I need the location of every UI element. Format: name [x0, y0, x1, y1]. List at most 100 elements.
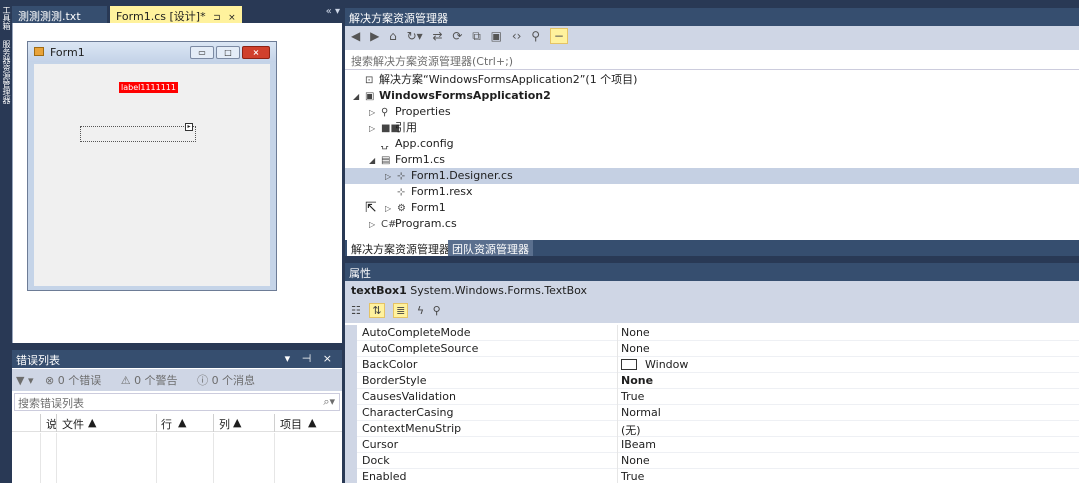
property-name: Dock — [362, 454, 390, 467]
refresh-icon[interactable]: ⟳ — [452, 29, 462, 43]
expand-arrow-icon[interactable]: ▷ — [369, 105, 381, 121]
tree-node[interactable]: ▷ ⊹ Form1.Designer.cs — [345, 168, 1079, 184]
events-icon[interactable]: ϟ — [417, 304, 424, 317]
search-icon[interactable]: ⌕▾ — [323, 395, 335, 409]
expand-arrow-icon[interactable]: ▷ — [369, 217, 381, 233]
show-all-files-icon[interactable]: ▣ — [491, 29, 502, 43]
smart-tag-icon[interactable]: ▸ — [185, 123, 193, 131]
tab-team-explorer[interactable]: 团队资源管理器 — [448, 240, 533, 256]
column-header-project[interactable]: 项目 — [280, 416, 302, 432]
error-search-input[interactable]: 搜索错误列表 ⌕▾ — [14, 393, 340, 411]
errors-toggle[interactable]: ⊗ 0 个错误 — [45, 374, 109, 387]
sync-icon[interactable]: ↻▾ — [407, 29, 423, 43]
file-icon: ⍽ — [381, 139, 389, 150]
server-explorer-tab[interactable]: 服务器资源管理器 — [1, 40, 11, 104]
close-icon[interactable]: × — [242, 46, 270, 59]
error-list-header: 错误列表 ▾ ⊣ × — [12, 350, 342, 368]
forward-icon[interactable]: ▶ — [370, 29, 379, 43]
properties-toolbar: ☷ ⇅ ≣ ϟ ⚲ — [345, 301, 1079, 323]
column-header-column[interactable]: 列 — [219, 416, 230, 432]
property-row[interactable]: BorderStyle None — [345, 373, 1079, 389]
expand-arrow-icon[interactable]: ▷ — [385, 201, 397, 217]
tab-form-designer[interactable]: Form1.cs [设计]* ⊐ × — [110, 6, 242, 23]
file-icon: ▣ — [365, 91, 375, 102]
tree-node-label: 引用 — [395, 121, 417, 134]
tree-node[interactable]: ▷ ⚙ Form1 — [385, 200, 446, 216]
property-value[interactable]: None — [621, 326, 650, 339]
pending-changes-icon[interactable]: ⇄ — [432, 29, 442, 43]
tab-solution-explorer[interactable]: 解决方案资源管理器 — [347, 240, 454, 256]
solution-explorer-header: 解决方案资源管理器 — [345, 8, 1079, 26]
tree-node-label: App.config — [395, 137, 454, 150]
tree-node[interactable]: ▷ C#Program.cs — [369, 216, 457, 232]
property-row[interactable]: Dock None — [345, 453, 1079, 469]
property-value[interactable]: None — [621, 342, 650, 355]
property-row[interactable]: BackColor Window — [345, 357, 1079, 373]
toolbox-tab[interactable]: 工具箱 — [1, 6, 11, 30]
property-row[interactable]: Enabled True — [345, 469, 1079, 483]
expand-arrow-icon[interactable]: ◢ — [369, 153, 381, 169]
messages-toggle[interactable]: ⓘ 0 个消息 — [197, 374, 263, 387]
label1-control[interactable]: label1111111 — [119, 82, 178, 93]
property-row[interactable]: CausesValidation True — [345, 389, 1079, 405]
property-value[interactable]: Window — [621, 358, 688, 371]
tree-node[interactable]: ⍽ App.config — [369, 136, 454, 152]
expand-arrow-icon[interactable]: ◢ — [353, 89, 365, 105]
form-window[interactable]: Form1 ▭ □ × label1111111 ▸ — [27, 41, 277, 291]
textbox1-control[interactable]: ▸ — [80, 123, 196, 142]
property-row[interactable]: AutoCompleteMode None — [345, 325, 1079, 341]
property-pages-icon[interactable]: ⚲ — [433, 304, 441, 317]
alphabetical-icon[interactable]: ⇅ — [369, 303, 385, 318]
minimize-icon[interactable]: ▭ — [190, 46, 214, 59]
property-row[interactable]: CharacterCasing Normal — [345, 405, 1079, 421]
tree-node[interactable]: ◢ ▣ WindowsFormsApplication2 — [353, 88, 551, 104]
property-name: Enabled — [362, 470, 407, 483]
filter-icon[interactable]: ▼ ▾ — [16, 374, 33, 387]
object-selector[interactable]: textBox1 System.Windows.Forms.TextBox — [345, 281, 1079, 301]
column-header-file[interactable]: 文件 — [62, 416, 84, 432]
back-icon[interactable]: ◀ — [351, 29, 360, 43]
property-value[interactable]: None — [621, 374, 653, 387]
tab-text-file[interactable]: 測測測測.txt — [12, 6, 107, 23]
property-row[interactable]: Cursor IBeam — [345, 437, 1079, 453]
panel-controls[interactable]: ▾ ⊣ × — [285, 352, 336, 365]
solution-bottom-tabs: 解决方案资源管理器 团队资源管理器 — [345, 240, 1079, 256]
object-type: System.Windows.Forms.TextBox — [410, 284, 588, 297]
form-icon — [34, 47, 44, 56]
property-value[interactable]: True — [621, 470, 644, 483]
preview-icon[interactable]: − — [549, 28, 568, 44]
property-value[interactable]: IBeam — [621, 438, 656, 451]
property-value[interactable]: (无) — [621, 422, 641, 438]
view-code-icon[interactable]: ‹› — [512, 29, 522, 43]
properties-view-icon[interactable]: ≣ — [393, 303, 409, 318]
mouse-cursor-icon: ⇱ — [365, 200, 377, 216]
property-name: AutoCompleteMode — [362, 326, 471, 339]
tree-node[interactable]: ◢ ▤ Form1.cs — [369, 152, 445, 168]
collapse-all-icon[interactable]: ⧉ — [472, 29, 481, 43]
tab-overflow-controls[interactable]: « ▾ — [326, 6, 340, 17]
expand-arrow-icon[interactable]: ▷ — [369, 121, 381, 137]
tree-node[interactable]: ▷ ■■引用 — [369, 120, 417, 136]
expand-arrow-icon[interactable]: ▷ — [385, 169, 397, 185]
property-value[interactable]: None — [621, 454, 650, 467]
solution-search-input[interactable]: 搜索解决方案资源管理器(Ctrl+;) — [345, 50, 1079, 70]
tree-node[interactable]: ⊹ Form1.resx — [385, 184, 473, 200]
property-row[interactable]: ContextMenuStrip (无) — [345, 421, 1079, 437]
object-name: textBox1 — [351, 284, 407, 297]
pin-icon[interactable]: ⊐ — [213, 13, 221, 23]
home-icon[interactable]: ⌂ — [389, 29, 397, 43]
file-icon: ⊹ — [397, 187, 406, 198]
maximize-icon[interactable]: □ — [216, 46, 240, 59]
column-header-line[interactable]: 行 — [161, 416, 172, 432]
property-value[interactable]: True — [621, 390, 644, 403]
file-icon: ⊡ — [365, 75, 374, 86]
tree-node[interactable]: ⊡ 解决方案“WindowsFormsApplication2”(1 个项目) — [353, 72, 637, 88]
file-icon: ■■ — [381, 123, 400, 134]
close-icon[interactable]: × — [228, 13, 236, 23]
property-row[interactable]: AutoCompleteSource None — [345, 341, 1079, 357]
warnings-toggle[interactable]: ⚠ 0 个警告 — [121, 374, 186, 387]
tree-node[interactable]: ▷ ⚲ Properties — [369, 104, 451, 120]
categorized-icon[interactable]: ☷ — [351, 304, 361, 317]
properties-icon[interactable]: ⚲ — [531, 29, 540, 43]
property-value[interactable]: Normal — [621, 406, 661, 419]
